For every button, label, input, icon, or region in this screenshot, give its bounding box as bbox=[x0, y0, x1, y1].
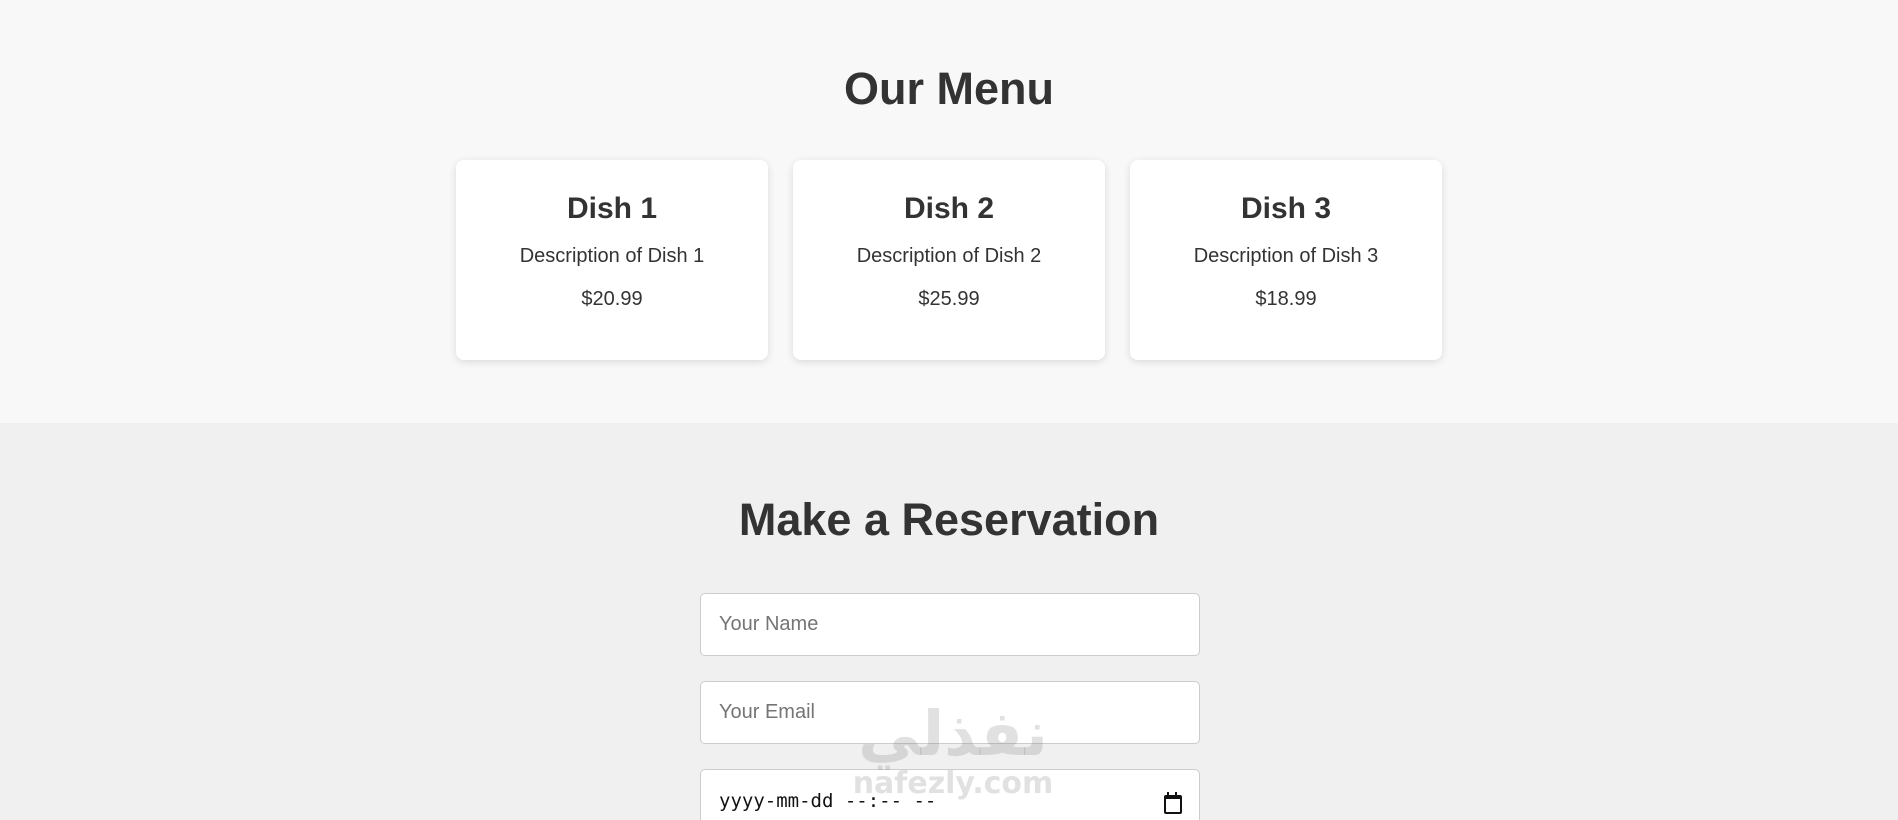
reservation-title: Make a Reservation bbox=[738, 494, 1160, 545]
datetime-input[interactable]: yyyy-mm-dd --:-- -- bbox=[700, 769, 1200, 820]
dish-card: Dish 1 Description of Dish 1 $20.99 bbox=[456, 160, 768, 360]
calendar-icon[interactable] bbox=[1163, 791, 1182, 814]
dish-price: $25.99 bbox=[918, 288, 980, 310]
menu-section: Our Menu Dish 1 Description of Dish 1 $2… bbox=[0, 0, 1898, 423]
dish-description: Description of Dish 2 bbox=[856, 245, 1042, 267]
dish-name: Dish 3 bbox=[1240, 192, 1332, 225]
menu-title: Our Menu bbox=[844, 63, 1054, 114]
dish-description: Description of Dish 1 bbox=[519, 245, 705, 267]
menu-cards: Dish 1 Description of Dish 1 $20.99 Dish… bbox=[456, 160, 1442, 360]
dish-price: $18.99 bbox=[1255, 288, 1317, 310]
datetime-placeholder: yyyy-mm-dd --:-- -- bbox=[719, 789, 937, 812]
email-input[interactable] bbox=[700, 681, 1200, 744]
dish-card: Dish 2 Description of Dish 2 $25.99 bbox=[793, 160, 1105, 360]
name-input[interactable] bbox=[700, 593, 1200, 656]
dish-name: Dish 2 bbox=[903, 192, 995, 225]
dish-price: $20.99 bbox=[581, 288, 643, 310]
dish-description: Description of Dish 3 bbox=[1193, 245, 1379, 267]
reservation-section: Make a Reservation yyyy-mm-dd --:-- -- bbox=[0, 423, 1898, 820]
dish-name: Dish 1 bbox=[566, 192, 658, 225]
dish-card: Dish 3 Description of Dish 3 $18.99 bbox=[1130, 160, 1442, 360]
